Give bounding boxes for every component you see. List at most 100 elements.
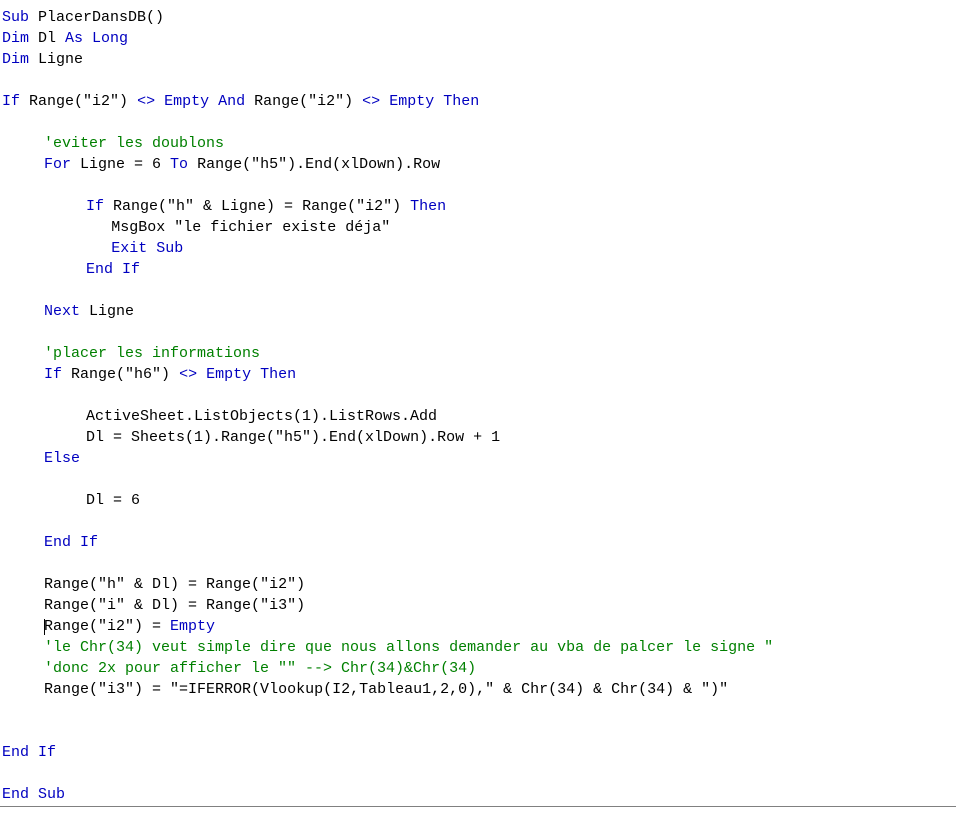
code-line-blank[interactable] xyxy=(0,175,956,196)
code-text-area[interactable]: Sub PlacerDansDB() Dim Dl As Long Dim Lign… xyxy=(0,0,956,805)
code-text: MsgBox xyxy=(111,219,175,236)
code-keyword: Empty And xyxy=(164,93,246,110)
code-text: & Dl) = Range( xyxy=(125,597,261,614)
code-line[interactable]: If Range("h" & Ligne) = Range("i2") Then xyxy=(0,196,956,217)
code-keyword: If xyxy=(86,198,105,215)
code-keyword: Empty xyxy=(170,618,216,635)
code-string: ")" xyxy=(701,681,729,698)
code-text: ) xyxy=(296,597,306,614)
code-text: ) = xyxy=(134,681,171,698)
code-text: ) = xyxy=(134,618,171,635)
code-text: Range( xyxy=(62,366,126,383)
code-keyword: If xyxy=(44,366,63,383)
code-string: "=IFERROR(Vlookup(I2,Tableau1,2,0)," xyxy=(170,681,495,698)
code-text: Range( xyxy=(44,576,99,593)
code-line[interactable]: End If xyxy=(0,742,956,763)
code-keyword: Dim xyxy=(2,30,30,47)
code-line-blank[interactable] xyxy=(0,763,956,784)
code-line-blank[interactable] xyxy=(0,553,956,574)
code-line[interactable]: MsgBox "le fichier existe déja" xyxy=(0,217,956,238)
code-string: "i" xyxy=(98,597,126,614)
code-text: ).End(xlDown).Row xyxy=(287,156,441,173)
code-line[interactable]: Range("h" & Dl) = Range("i2") xyxy=(0,574,956,595)
code-comment: 'donc 2x pour afficher le "" --> Chr(34)… xyxy=(44,660,477,677)
code-line-blank[interactable] xyxy=(0,721,956,742)
code-line[interactable]: Dl = Sheets(1).Range("h5").End(xlDown).R… xyxy=(0,427,956,448)
code-line[interactable]: ActiveSheet.ListObjects(1).ListRows.Add xyxy=(0,406,956,427)
code-keyword: Empty Then xyxy=(389,93,480,110)
code-line[interactable]: End Sub xyxy=(0,784,956,805)
code-text: Ligne xyxy=(29,51,84,68)
code-line[interactable]: Sub PlacerDansDB() xyxy=(0,7,956,28)
code-text: Range( xyxy=(20,93,84,110)
code-text: Ligne = 6 xyxy=(71,156,171,173)
text-caret xyxy=(44,619,45,635)
code-keyword: Exit Sub xyxy=(111,240,184,257)
code-line-blank[interactable] xyxy=(0,112,956,133)
code-line-blank[interactable] xyxy=(0,700,956,721)
code-text: Range( xyxy=(44,597,99,614)
code-line[interactable]: Dim Dl As Long xyxy=(0,28,956,49)
code-line-blank[interactable] xyxy=(0,322,956,343)
code-line-blank[interactable] xyxy=(0,511,956,532)
code-comment: 'eviter les doublons xyxy=(44,135,225,152)
code-line[interactable]: Else xyxy=(0,448,956,469)
code-line-blank[interactable] xyxy=(0,469,956,490)
code-line[interactable]: 'donc 2x pour afficher le "" --> Chr(34)… xyxy=(0,658,956,679)
code-keyword: <> xyxy=(179,366,198,383)
code-text: ) xyxy=(161,366,180,383)
code-line[interactable]: Range("i" & Dl) = Range("i3") xyxy=(0,595,956,616)
code-text: & Ligne) = Range( xyxy=(194,198,357,215)
code-line[interactable]: If Range("i2") <> Empty And Range("i2") … xyxy=(0,91,956,112)
code-keyword: End Sub xyxy=(2,786,66,803)
code-line[interactable]: For Ligne = 6 To Range("h5").End(xlDown)… xyxy=(0,154,956,175)
code-line[interactable]: Range("i3") = "=IFERROR(Vlookup(I2,Table… xyxy=(0,679,956,700)
code-line[interactable]: 'placer les informations xyxy=(0,343,956,364)
code-string: "i3" xyxy=(260,597,297,614)
code-line[interactable]: 'eviter les doublons xyxy=(0,133,956,154)
code-line[interactable]: Dim Ligne xyxy=(0,49,956,70)
code-text: Range( xyxy=(104,198,168,215)
code-text: & Dl) = Range( xyxy=(125,576,261,593)
code-text: & Chr(34) & Chr(34) & xyxy=(494,681,702,698)
code-line[interactable]: If Range("h6") <> Empty Then xyxy=(0,364,956,385)
code-line-blank[interactable] xyxy=(0,280,956,301)
code-string: "h6" xyxy=(125,366,162,383)
code-line[interactable]: End If xyxy=(0,532,956,553)
code-line[interactable]: Exit Sub xyxy=(0,238,956,259)
code-keyword: <> xyxy=(362,93,381,110)
code-keyword: To xyxy=(170,156,189,173)
code-string: "i2" xyxy=(98,618,135,635)
code-string: "i2" xyxy=(260,576,297,593)
code-line[interactable]: End If xyxy=(0,259,956,280)
code-string: "h" xyxy=(98,576,126,593)
code-line[interactable]: Dl = 6 xyxy=(0,490,956,511)
code-keyword: If xyxy=(2,93,21,110)
code-line-blank[interactable] xyxy=(0,385,956,406)
code-line-blank[interactable] xyxy=(0,70,956,91)
code-keyword: End If xyxy=(44,534,99,551)
code-string: "h" xyxy=(167,198,195,215)
code-line[interactable]: 'le Chr(34) veut simple dire que nous al… xyxy=(0,637,956,658)
code-text: Dl xyxy=(29,30,66,47)
code-line[interactable]: Range("i2") = Empty xyxy=(0,616,956,637)
code-text: PlacerDansDB() xyxy=(29,9,165,26)
code-line[interactable]: Next Ligne xyxy=(0,301,956,322)
code-string: "h5" xyxy=(251,156,288,173)
code-text: Ligne xyxy=(80,303,135,320)
code-string: "h5" xyxy=(275,429,312,446)
code-keyword: Empty Then xyxy=(206,366,297,383)
code-keyword: Dim xyxy=(2,51,30,68)
code-keyword: Next xyxy=(44,303,81,320)
code-text: ) xyxy=(392,198,411,215)
code-text: Range( xyxy=(245,93,309,110)
code-comment: 'le Chr(34) veut simple dire que nous al… xyxy=(44,639,774,656)
code-text: Range( xyxy=(44,618,99,635)
code-text: ).End(xlDown).Row + 1 xyxy=(311,429,501,446)
code-text: Range( xyxy=(44,681,99,698)
vba-code-editor[interactable]: Sub PlacerDansDB() Dim Dl As Long Dim Lign… xyxy=(0,0,956,816)
code-text: ) xyxy=(344,93,363,110)
